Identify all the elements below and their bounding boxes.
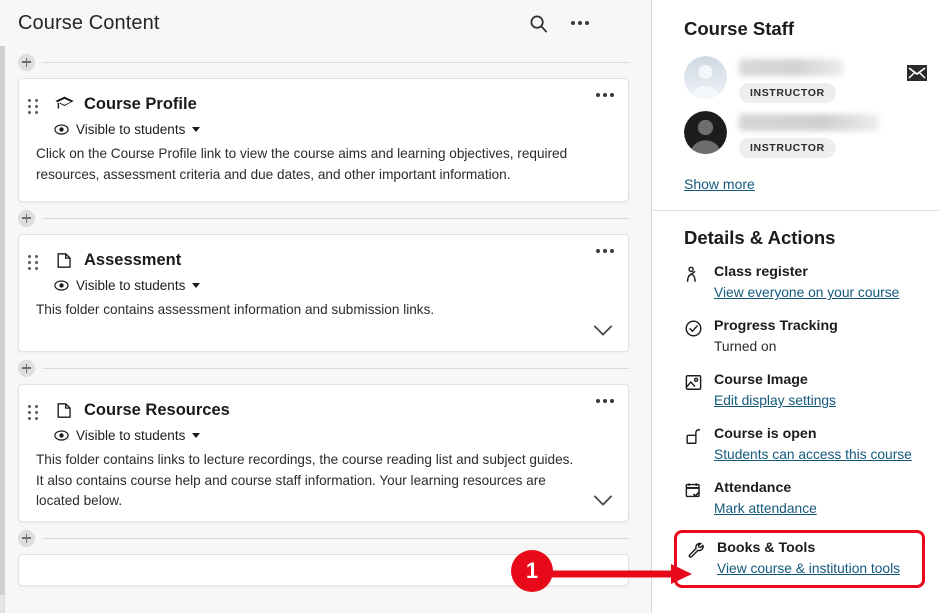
item-more-options-icon[interactable] — [596, 249, 614, 253]
staff-member-row[interactable]: INSTRUCTOR — [684, 56, 927, 103]
course-content-pane: Course Content Course Profile Visible to… — [0, 0, 651, 613]
detail-label: Course is open — [714, 426, 817, 442]
card-header: Assessment — [53, 249, 582, 271]
add-content-row[interactable] — [8, 50, 629, 74]
detail-item-attendance[interactable]: Attendance Mark attendance — [684, 479, 925, 519]
show-more-link[interactable]: Show more — [684, 176, 755, 192]
annotation-step-badge: 1 — [511, 550, 553, 592]
expand-folder-chevron-icon[interactable] — [590, 317, 616, 343]
eye-icon — [53, 427, 70, 444]
card-title: Assessment — [84, 250, 182, 269]
detail-link[interactable]: View everyone on your course — [714, 283, 899, 303]
card-description: This folder contains assessment informat… — [36, 302, 435, 317]
course-staff-section: Course Staff INSTRUCTOR INSTRUCTOR Show … — [652, 0, 939, 211]
staff-name-redacted — [739, 59, 843, 76]
detail-link[interactable]: Students can access this course — [714, 445, 912, 465]
detail-link[interactable]: View course & institution tools — [717, 559, 900, 579]
eye-icon — [53, 121, 70, 138]
visibility-selector[interactable]: Visible to students — [53, 427, 582, 444]
class-register-icon — [684, 265, 703, 284]
email-icon[interactable] — [907, 65, 927, 81]
card-header: Course Resources — [53, 399, 582, 421]
detail-value: Turned on — [714, 339, 777, 354]
content-header: Course Content — [0, 0, 651, 46]
card-description: This folder contains links to lecture re… — [36, 452, 574, 508]
drag-handle-icon[interactable] — [28, 99, 38, 114]
graduation-cap-icon — [53, 93, 75, 115]
chevron-down-icon — [192, 127, 201, 132]
detail-item-class-register[interactable]: Class register View everyone on your cou… — [684, 263, 925, 303]
visibility-selector[interactable]: Visible to students — [53, 277, 582, 294]
plus-icon[interactable] — [18, 359, 35, 377]
detail-link[interactable]: Mark attendance — [714, 499, 817, 519]
calendar-check-icon — [684, 481, 703, 500]
staff-member-info: INSTRUCTOR — [739, 111, 879, 158]
staff-member-row[interactable]: INSTRUCTOR — [684, 111, 921, 158]
drag-handle-icon[interactable] — [28, 405, 38, 420]
detail-label: Class register — [714, 264, 808, 280]
folder-icon — [53, 399, 75, 421]
folder-icon — [53, 249, 75, 271]
card-title: Course Resources — [84, 400, 230, 419]
card-description: Click on the Course Profile link to view… — [36, 146, 568, 182]
page-title: Course Content — [18, 11, 160, 34]
course-staff-title: Course Staff — [684, 18, 794, 39]
divider-line — [43, 217, 629, 219]
detail-label: Course Image — [714, 372, 808, 388]
search-icon[interactable] — [525, 10, 551, 36]
card-header: Course Profile — [53, 93, 582, 115]
expand-folder-chevron-icon[interactable] — [590, 487, 616, 513]
visibility-label: Visible to students — [76, 278, 186, 293]
plus-icon[interactable] — [18, 209, 35, 227]
sidebar: Course Staff INSTRUCTOR INSTRUCTOR Show … — [651, 0, 939, 613]
detail-item-course-open[interactable]: Course is open Students can access this … — [684, 425, 925, 465]
course-content-page: Course Content Course Profile Visible to… — [0, 0, 939, 613]
divider-line — [43, 537, 629, 539]
header-actions — [525, 10, 633, 36]
details-actions-section: Details & Actions Class register View ev… — [652, 211, 939, 598]
visibility-label: Visible to students — [76, 428, 186, 443]
wrench-icon — [687, 541, 706, 560]
more-options-icon[interactable] — [567, 10, 593, 36]
visibility-selector[interactable]: Visible to students — [53, 121, 582, 138]
detail-item-progress-tracking[interactable]: Progress Tracking Turned on — [684, 317, 925, 357]
detail-label: Attendance — [714, 480, 792, 496]
role-badge: INSTRUCTOR — [739, 138, 836, 158]
detail-item-course-image[interactable]: Course Image Edit display settings — [684, 371, 925, 411]
staff-member-info: INSTRUCTOR — [739, 56, 843, 103]
detail-item-books-tools[interactable]: Books & Tools View course & institution … — [687, 539, 914, 579]
avatar — [684, 56, 727, 99]
content-item-card[interactable]: Course Resources Visible to students Thi… — [18, 384, 629, 522]
content-item-card[interactable]: Assessment Visible to students This fold… — [18, 234, 629, 352]
add-content-row[interactable] — [8, 206, 629, 230]
divider-line — [43, 367, 629, 369]
books-and-tools-highlight: Books & Tools View course & institution … — [674, 530, 925, 588]
plus-icon[interactable] — [18, 53, 35, 71]
avatar — [684, 111, 727, 154]
annotation-arrow — [545, 564, 692, 584]
divider-line — [43, 61, 629, 63]
content-item-card[interactable]: Course Profile Visible to students Click… — [18, 78, 629, 202]
details-actions-title: Details & Actions — [684, 227, 836, 248]
add-content-row[interactable] — [8, 356, 629, 380]
image-icon — [684, 373, 703, 392]
check-circle-icon — [684, 319, 703, 338]
role-badge: INSTRUCTOR — [739, 83, 836, 103]
item-more-options-icon[interactable] — [596, 399, 614, 403]
add-content-row[interactable] — [8, 526, 629, 550]
detail-label: Progress Tracking — [714, 318, 838, 334]
eye-icon — [53, 277, 70, 294]
drag-handle-icon[interactable] — [28, 255, 38, 270]
plus-icon[interactable] — [18, 529, 35, 547]
unlock-icon — [684, 427, 703, 446]
staff-name-redacted — [739, 114, 879, 131]
item-more-options-icon[interactable] — [596, 93, 614, 97]
visibility-label: Visible to students — [76, 122, 186, 137]
detail-label: Books & Tools — [717, 540, 816, 556]
chevron-down-icon — [192, 433, 201, 438]
chevron-down-icon — [192, 283, 201, 288]
content-list: Course Profile Visible to students Click… — [0, 50, 651, 613]
detail-link[interactable]: Edit display settings — [714, 391, 836, 411]
card-title: Course Profile — [84, 94, 197, 113]
